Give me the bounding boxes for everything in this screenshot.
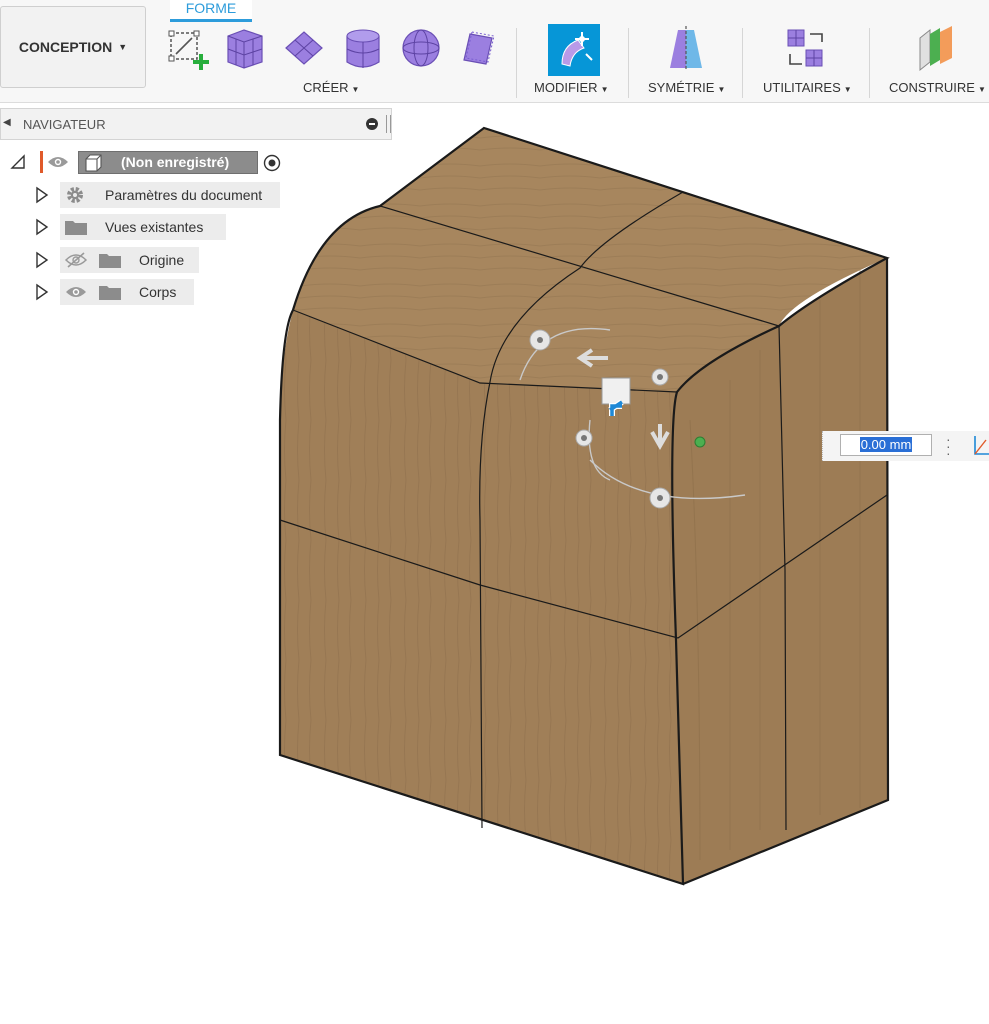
- tree-item-label: Origine: [139, 252, 185, 268]
- navigator-minimize-icon[interactable]: [366, 118, 378, 130]
- group-modifier[interactable]: MODIFIER ▼: [534, 80, 608, 95]
- chevron-down-icon: ▼: [600, 85, 609, 94]
- tree-item-label: Corps: [139, 284, 177, 300]
- toolbar-divider: [869, 28, 870, 98]
- group-modifier-label: MODIFIER: [534, 80, 598, 95]
- construct-plane-icon[interactable]: [914, 24, 958, 72]
- workspace-label: CONCEPTION: [18, 39, 113, 55]
- root-label: (Non enregistré): [121, 154, 230, 170]
- folder-icon: [65, 221, 87, 235]
- eye-hidden-icon[interactable]: [64, 252, 88, 268]
- chevron-down-icon: ▼: [351, 85, 360, 94]
- folder-icon: [99, 286, 121, 300]
- chevron-down-icon: ▼: [118, 42, 128, 52]
- group-symetrie[interactable]: SYMÉTRIE ▼: [648, 80, 725, 95]
- chevron-down-icon: ▼: [977, 85, 986, 94]
- group-creer[interactable]: CRÉER ▼: [303, 80, 359, 95]
- root-component[interactable]: (Non enregistré): [78, 151, 258, 174]
- group-construire-label: CONSTRUIRE: [889, 80, 975, 95]
- component-icon: [85, 154, 102, 172]
- group-utilitaires-label: UTILITAIRES: [763, 80, 841, 95]
- workspace-dropdown[interactable]: CONCEPTION ▼: [0, 6, 146, 88]
- toolbar-divider: [628, 28, 629, 98]
- folder-icon: [99, 254, 121, 268]
- gear-icon: [67, 187, 83, 203]
- axis-direction-icon[interactable]: [972, 434, 989, 456]
- symmetry-icon[interactable]: [664, 24, 708, 72]
- chevron-down-icon: ▼: [717, 85, 726, 94]
- tree-item-vues[interactable]: Vues existantes: [60, 214, 226, 240]
- group-symetrie-label: SYMÉTRIE: [648, 80, 715, 95]
- collapsed-triangle-icon[interactable]: [35, 251, 49, 269]
- navigator-header: ◀ NAVIGATEUR: [0, 108, 392, 140]
- tab-forme[interactable]: FORME: [170, 0, 252, 22]
- tree-item-parametres[interactable]: Paramètres du document: [60, 182, 280, 208]
- tree-item-origine[interactable]: Origine: [60, 247, 199, 273]
- activate-radio-icon[interactable]: [263, 154, 281, 172]
- transform-gizmo: [519, 327, 746, 509]
- navigator-title: NAVIGATEUR: [23, 117, 106, 132]
- group-utilitaires[interactable]: UTILITAIRES ▼: [763, 80, 852, 95]
- collapsed-triangle-icon[interactable]: [35, 186, 49, 204]
- chevron-down-icon: ▼: [843, 85, 852, 94]
- cylinder-icon[interactable]: [341, 24, 385, 72]
- plane-icon[interactable]: [282, 24, 326, 72]
- group-creer-label: CRÉER: [303, 80, 349, 95]
- tree-item-label: Vues existantes: [105, 219, 204, 235]
- eye-icon[interactable]: [47, 154, 69, 170]
- expanded-triangle-icon[interactable]: [10, 154, 26, 170]
- face-icon[interactable]: [458, 24, 502, 72]
- eye-icon[interactable]: [64, 284, 88, 300]
- wooden-t-spline-body: [278, 126, 890, 886]
- create-sketch-icon[interactable]: [166, 24, 210, 72]
- box-icon[interactable]: [222, 24, 266, 72]
- more-options-icon[interactable]: · · ·: [946, 432, 952, 460]
- sphere-icon[interactable]: [399, 24, 443, 72]
- toolbar-divider: [742, 28, 743, 98]
- toolbar-divider: [516, 28, 517, 98]
- distance-value: 0.00 mm: [859, 437, 913, 452]
- collapse-panel-icon[interactable]: ◀: [3, 117, 11, 128]
- active-marker: [40, 151, 43, 173]
- utilities-icon[interactable]: [784, 24, 828, 72]
- collapsed-triangle-icon[interactable]: [35, 283, 49, 301]
- tree-item-label: Paramètres du document: [105, 187, 263, 203]
- collapsed-triangle-icon[interactable]: [35, 218, 49, 236]
- edit-form-icon[interactable]: [548, 24, 600, 76]
- resize-handle-icon[interactable]: [386, 115, 391, 133]
- distance-input[interactable]: 0.00 mm: [840, 434, 932, 456]
- group-construire[interactable]: CONSTRUIRE ▼: [889, 80, 986, 95]
- tree-item-corps[interactable]: Corps: [60, 279, 194, 305]
